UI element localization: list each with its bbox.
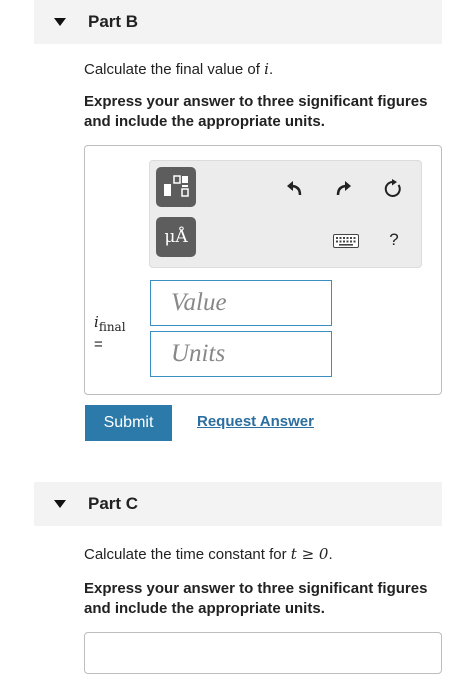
keyboard-button[interactable]: [332, 229, 360, 253]
reset-button[interactable]: [381, 177, 405, 201]
value-input[interactable]: Value: [150, 280, 332, 326]
part-b-instruction: Express your answer to three significant…: [84, 93, 428, 130]
undo-button[interactable]: [282, 177, 306, 201]
request-answer-link[interactable]: Request Answer: [197, 413, 314, 430]
part-c-instruction: Express your answer to three significant…: [84, 580, 428, 617]
undo-icon: [287, 181, 302, 196]
help-button[interactable]: ?: [382, 228, 406, 252]
templates-icon: [164, 175, 189, 197]
equals-sign: =: [94, 336, 103, 353]
part-b-header[interactable]: Part B: [34, 0, 442, 44]
answer-variable-label: ifinal =: [94, 313, 126, 353]
reset-icon: [384, 179, 401, 197]
submit-button[interactable]: Submit: [85, 405, 172, 441]
redo-button[interactable]: [332, 177, 356, 201]
keyboard-icon: [333, 234, 359, 248]
part-c-header[interactable]: Part C: [34, 482, 442, 526]
units-button[interactable]: μÅ: [156, 217, 196, 257]
part-c-answer-box: [84, 632, 442, 674]
part-c-question: Calculate the time constant for t ≥ 0.: [84, 545, 333, 563]
redo-icon: [336, 181, 351, 196]
caret-down-icon[interactable]: [54, 500, 66, 508]
part-b-question: Calculate the final value of i.: [84, 60, 274, 78]
caret-down-icon[interactable]: [54, 18, 66, 26]
part-c-title: Part C: [88, 494, 139, 513]
question-condition: t ≥ 0: [290, 545, 329, 563]
units-input[interactable]: Units: [150, 331, 332, 377]
templates-button[interactable]: [156, 167, 196, 207]
part-b-title: Part B: [88, 12, 139, 31]
math-toolbar: μÅ ?: [149, 160, 422, 268]
